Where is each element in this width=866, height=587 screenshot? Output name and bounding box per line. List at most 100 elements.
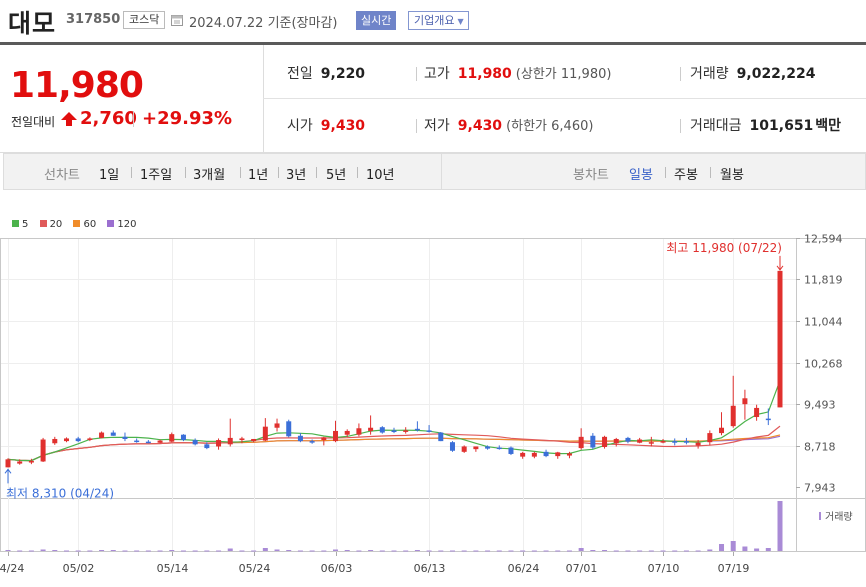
tab-daily[interactable]: 일봉 [629, 164, 653, 183]
candle-body [157, 440, 163, 443]
tab-1day[interactable]: 1일 [99, 164, 119, 183]
volume-bar [87, 550, 93, 552]
volume-bar [297, 550, 303, 552]
candle-body [637, 439, 643, 443]
volume-bar [63, 550, 69, 552]
volume-label: 거래량 [825, 511, 853, 523]
candle-body [742, 398, 748, 405]
tab-10year[interactable]: 10년 [366, 164, 395, 183]
candlestick-chart: 12,594 11,819 11,044 10,268 9,493 8,718 7,943 0… [0, 233, 866, 575]
volume-bar [566, 550, 572, 552]
candle-body [730, 405, 736, 427]
base-date: 2024.07.22 기준(장마감) [189, 16, 338, 31]
candle [473, 446, 479, 452]
legend-swatch [73, 220, 81, 227]
legend-swatch [39, 220, 47, 227]
volume-bar [508, 550, 514, 552]
candle-body [590, 435, 596, 448]
realtime-button[interactable]: 실시간 [356, 11, 397, 30]
candle-body [461, 446, 467, 452]
corp-info-dropdown[interactable]: 기업개요 ▼ [408, 11, 469, 30]
candle [75, 436, 81, 443]
candle-body [754, 407, 760, 418]
open-label: 시가 [287, 118, 313, 134]
candle-body [180, 434, 186, 441]
candle-body [145, 441, 151, 444]
low-price: 저가 9,430 (하한가 6,460) [424, 116, 593, 136]
candle-body [707, 433, 713, 443]
amount-unit: 백만 [815, 118, 842, 134]
y-tick-label: 7,943 [804, 482, 836, 495]
current-price: 11,980 [10, 65, 144, 106]
up-arrow-icon [61, 112, 77, 126]
candle-body [17, 461, 23, 464]
volume-bar [368, 550, 374, 551]
candle [637, 437, 643, 444]
amount-value: 101,651 [749, 118, 814, 134]
volume-bar [461, 550, 467, 552]
volume-bar [344, 550, 350, 551]
tab-1year[interactable]: 1년 [248, 164, 268, 183]
tab-weekly[interactable]: 주봉 [674, 164, 698, 183]
volume-bar [555, 550, 561, 552]
tab-separator [710, 167, 711, 178]
price-panel-frame [0, 238, 866, 499]
candle-body [625, 437, 631, 442]
x-tick-label: 07/10 [648, 562, 680, 575]
candle-body [672, 441, 678, 443]
candle-body [251, 438, 257, 442]
candle [660, 438, 666, 444]
candle-body [75, 438, 81, 442]
volume-bar [122, 550, 128, 552]
candle [613, 437, 619, 447]
volume-bar [40, 549, 46, 551]
tab-5year[interactable]: 5년 [326, 164, 346, 183]
candle [625, 436, 631, 444]
x-tick-label: 06/24 [508, 562, 540, 575]
candle [520, 451, 526, 459]
candle-body [555, 452, 561, 457]
candle [602, 435, 608, 449]
upper-limit: (상한가 11,980) [515, 67, 612, 82]
volume-bar [426, 550, 432, 552]
candle [134, 438, 140, 443]
candle [672, 438, 678, 446]
volume-bar [578, 548, 584, 551]
tab-1week[interactable]: 1주일 [140, 164, 172, 183]
price-summary: 11,980 전일대비 2,760 +29.93% 전일 9,220 고가 11,9… [0, 45, 866, 153]
tab-separator [357, 167, 358, 178]
line-chart-label: 선차트 [44, 168, 80, 183]
candle [461, 445, 467, 453]
candle [754, 404, 760, 421]
candle [391, 427, 397, 434]
candle [169, 432, 175, 443]
x-tick-label: 06/13 [414, 562, 446, 575]
volume-bar [321, 550, 327, 552]
candle-body [379, 427, 385, 433]
volume-bar [660, 550, 666, 552]
high-value: 11,980 [457, 66, 512, 82]
col-divider [680, 119, 681, 133]
tab-3year[interactable]: 3년 [286, 164, 306, 183]
volume-bar [730, 541, 736, 551]
tab-separator [316, 167, 317, 178]
tab-3month[interactable]: 3개월 [193, 164, 225, 183]
volume-value: 9,022,224 [736, 66, 816, 82]
volume-bar [765, 548, 771, 551]
candle-body [543, 451, 549, 457]
candle [590, 433, 596, 450]
candle-body [134, 440, 140, 443]
volume-bar [496, 550, 502, 552]
x-tick-label: 05/14 [157, 562, 189, 575]
candle-body [204, 444, 210, 449]
candle [531, 451, 537, 459]
volume-bar [613, 550, 619, 552]
candle [99, 431, 105, 439]
volume-bar [531, 550, 537, 552]
candle-body [192, 440, 198, 445]
tab-monthly[interactable]: 월봉 [720, 164, 744, 183]
volume-bar [637, 550, 643, 552]
volume-bar [192, 550, 198, 552]
candle-body [239, 438, 245, 441]
volume-bar [251, 550, 257, 552]
